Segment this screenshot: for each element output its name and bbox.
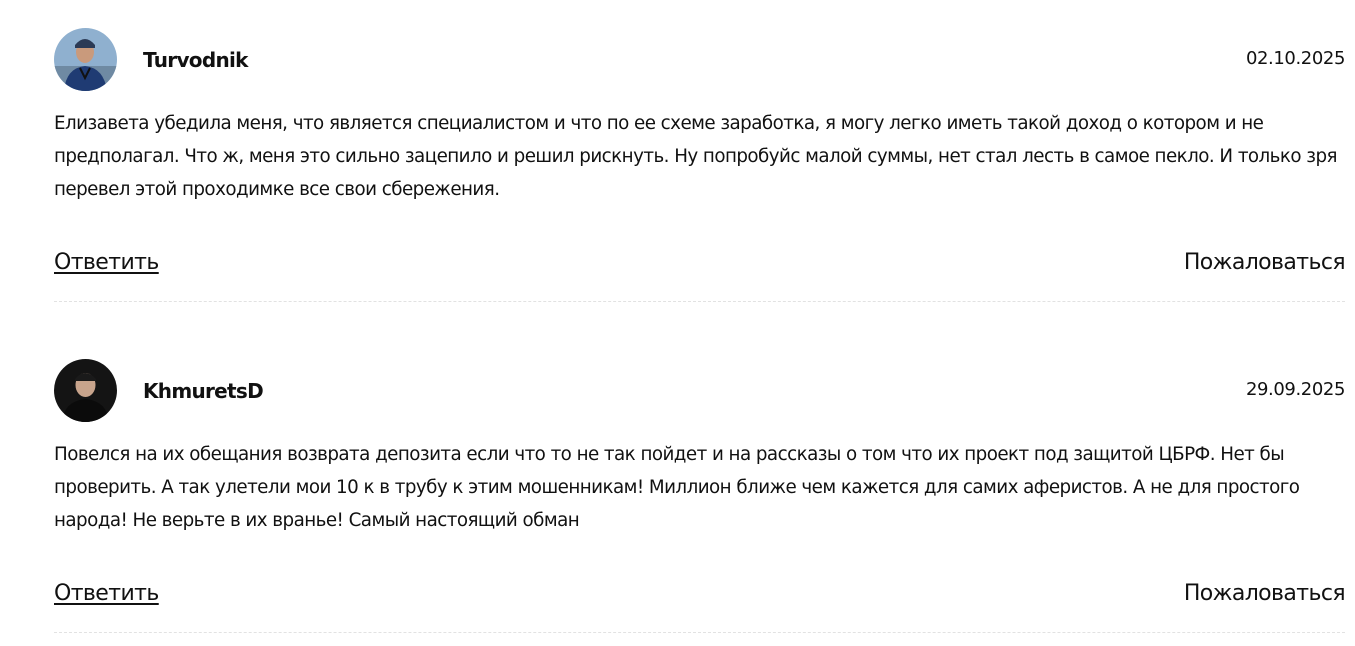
comment-date: 02.10.2025 — [1245, 48, 1345, 69]
comment-text: Повелся на их обещания возврата депозита… — [54, 444, 1300, 531]
comment-actions: Ответить Пожаловаться — [54, 579, 1346, 611]
comment-author: Turvodnik — [143, 48, 248, 72]
comment-divider — [54, 632, 1345, 633]
report-link[interactable]: Пожаловаться — [1184, 248, 1346, 278]
user-photo-icon — [54, 28, 117, 91]
comments-list: Turvodnik 02.10.2025 Елизавета убедила м… — [0, 0, 1355, 646]
comment-item: KhmuretsD 29.09.2025 Повелся на их обеща… — [54, 359, 1346, 633]
avatar[interactable] — [54, 359, 117, 422]
comment-actions: Ответить Пожаловаться — [54, 248, 1346, 280]
avatar[interactable] — [54, 28, 117, 91]
comment-header: KhmuretsD 29.09.2025 — [54, 359, 1345, 423]
comment-item: Turvodnik 02.10.2025 Елизавета убедила м… — [54, 28, 1346, 302]
report-link[interactable]: Пожаловаться — [1184, 579, 1346, 609]
reply-link[interactable]: Ответить — [54, 248, 159, 278]
comment-author: KhmuretsD — [143, 379, 264, 403]
comment-divider — [54, 301, 1345, 302]
user-photo-icon — [54, 359, 117, 422]
comment-header: Turvodnik 02.10.2025 — [54, 28, 1345, 92]
reply-link[interactable]: Ответить — [54, 579, 159, 609]
comment-text: Елизавета убедила меня, что является спе… — [54, 113, 1338, 200]
comment-date: 29.09.2025 — [1245, 379, 1345, 400]
